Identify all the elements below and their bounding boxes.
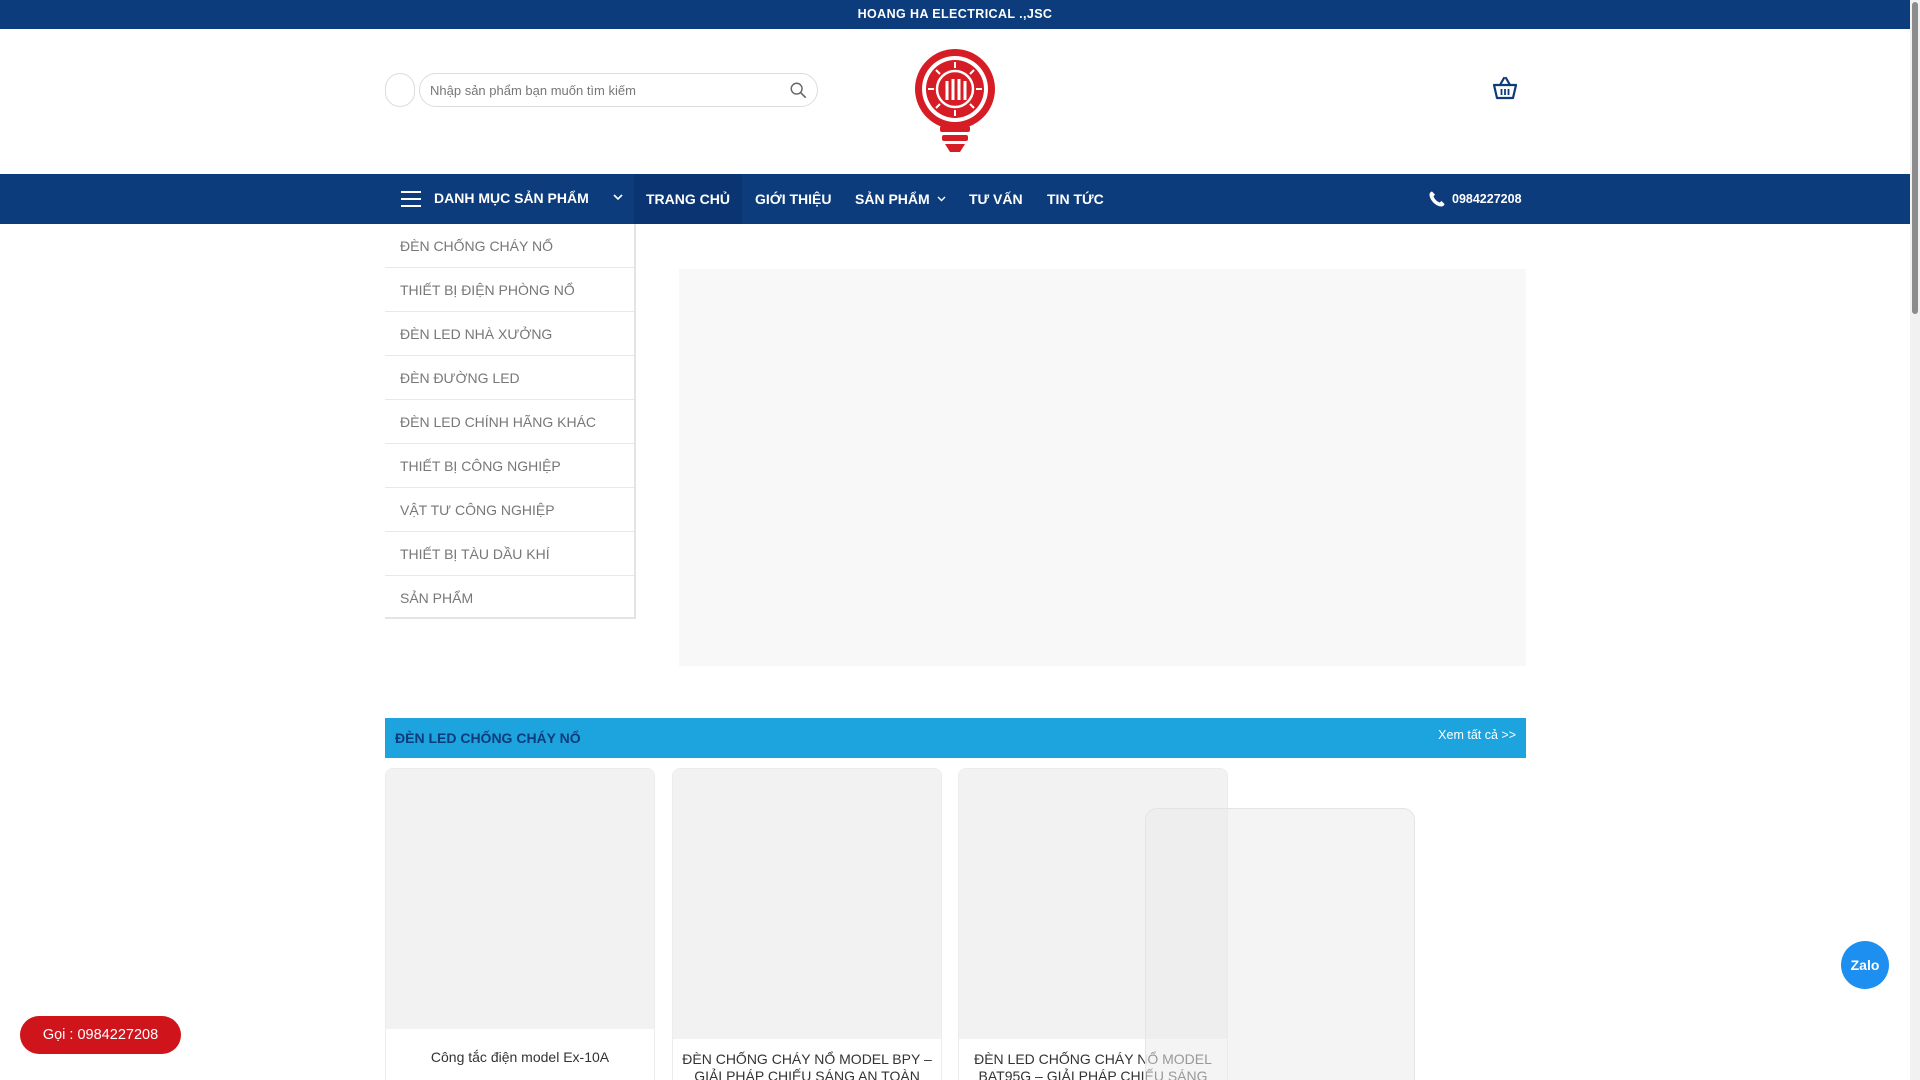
search-input[interactable] bbox=[430, 74, 770, 106]
phone-icon bbox=[1429, 191, 1445, 207]
side-menu-item[interactable]: THIẾT BỊ CÔNG NGHIỆP bbox=[385, 444, 634, 488]
hamburger-icon bbox=[401, 191, 421, 207]
product-title[interactable]: Công tắc điện model Ex-10A bbox=[394, 1049, 646, 1066]
side-menu-item[interactable]: ĐÈN CHỐNG CHÁY NỔ bbox=[385, 224, 634, 268]
side-menu-item[interactable]: VẬT TƯ CÔNG NGHIỆP bbox=[385, 488, 634, 532]
hero-banner[interactable] bbox=[679, 269, 1526, 666]
nav-item-products[interactable]: SẢN PHẨM bbox=[855, 174, 930, 224]
side-menu-item[interactable]: ĐÈN LED CHÍNH HÃNG KHÁC bbox=[385, 400, 634, 444]
nav-item-consulting[interactable]: TƯ VẤN bbox=[969, 174, 1023, 224]
side-menu-item[interactable]: ĐÈN ĐƯỜNG LED bbox=[385, 356, 634, 400]
chevron-down-icon bbox=[613, 194, 623, 201]
nav-item-home[interactable]: TRANG CHỦ bbox=[634, 174, 742, 224]
page: HOANG HA ELECTRICAL .,JSC Nhập sản phẩm … bbox=[0, 0, 1920, 1080]
basket-icon[interactable] bbox=[1492, 76, 1518, 100]
account-button[interactable] bbox=[385, 73, 415, 107]
product-title[interactable]: ĐÈN CHỐNG CHÁY NỔ MODEL BPY – GIẢI PHÁP … bbox=[681, 1051, 933, 1080]
product-card[interactable]: ĐÈN CHỐNG CHÁY NỔ MODEL BPY – GIẢI PHÁP … bbox=[672, 768, 942, 1080]
main-nav: DANH MỤC SẢN PHẨM TRANG CHỦ GIỚI THIỆU S… bbox=[0, 174, 1910, 224]
product-image[interactable] bbox=[673, 769, 941, 1039]
section-title: ĐÈN LED CHỐNG CHÁY NỔ bbox=[395, 730, 581, 746]
side-menu-item[interactable]: SẢN PHẨM bbox=[385, 576, 634, 620]
search-icon[interactable] bbox=[789, 81, 807, 99]
section-header: ĐÈN LED CHỐNG CHÁY NỔ Xem tất cả >> bbox=[385, 718, 1526, 758]
nav-item-news[interactable]: TIN TỨC bbox=[1047, 174, 1104, 224]
side-menu-item[interactable]: THIẾT BỊ TÀU DẦU KHÍ bbox=[385, 532, 634, 576]
view-all-link[interactable]: Xem tất cả >> bbox=[1438, 728, 1516, 742]
category-menu-label: DANH MỤC SẢN PHẨM bbox=[434, 190, 589, 206]
call-button[interactable]: Gọi : 0984227208 bbox=[20, 1016, 181, 1054]
top-bar: HOANG HA ELECTRICAL .,JSC bbox=[0, 0, 1910, 29]
search-box bbox=[419, 73, 818, 107]
category-side-menu: ĐÈN CHỐNG CHÁY NỔ THIẾT BỊ ĐIỆN PHÒNG NỔ… bbox=[385, 224, 636, 619]
card-hover-overlay bbox=[1145, 808, 1415, 1080]
nav-phone-number: 0984227208 bbox=[1452, 192, 1522, 206]
nav-item-about[interactable]: GIỚI THIỆU bbox=[755, 174, 832, 224]
zalo-chat-button[interactable]: Zalo bbox=[1841, 941, 1889, 989]
category-menu-toggle[interactable]: DANH MỤC SẢN PHẨM bbox=[385, 174, 635, 224]
product-card[interactable]: Công tắc điện model Ex-10A bbox=[385, 768, 655, 1080]
logo-lightbulb-icon[interactable] bbox=[912, 46, 998, 156]
side-menu-item[interactable]: ĐÈN LED NHÀ XƯỞNG bbox=[385, 312, 634, 356]
nav-phone[interactable]: 0984227208 bbox=[1428, 174, 1522, 224]
side-menu-item[interactable]: THIẾT BỊ ĐIỆN PHÒNG NỔ bbox=[385, 268, 634, 312]
company-name: HOANG HA ELECTRICAL .,JSC bbox=[857, 7, 1053, 21]
product-image[interactable] bbox=[386, 769, 654, 1029]
scrollbar-thumb[interactable] bbox=[1912, 2, 1918, 314]
chevron-down-icon bbox=[937, 196, 946, 202]
